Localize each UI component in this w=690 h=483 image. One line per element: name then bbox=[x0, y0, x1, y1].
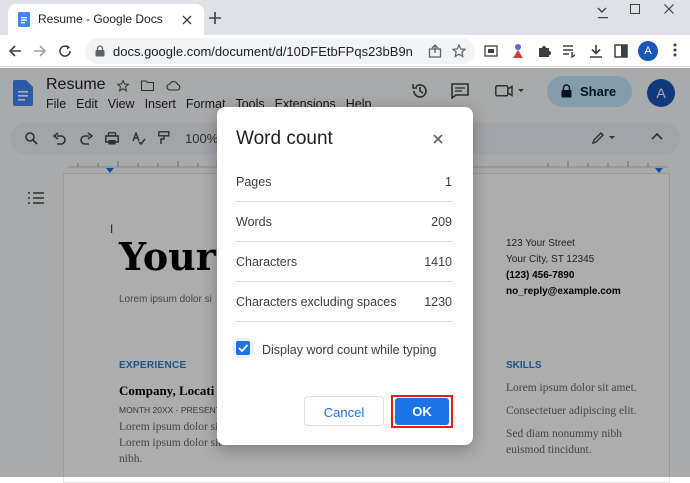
back-icon[interactable] bbox=[8, 44, 22, 58]
reload-icon[interactable] bbox=[58, 44, 72, 58]
word-count-dialog: Word count Pages 1 Words 209 Characters … bbox=[217, 107, 473, 445]
reading-list-icon[interactable] bbox=[562, 44, 576, 58]
cancel-label: Cancel bbox=[323, 405, 365, 420]
bookmark-star-icon[interactable] bbox=[452, 44, 466, 58]
browser-tab-strip: Resume - Google Docs bbox=[0, 0, 690, 35]
close-tab-icon[interactable] bbox=[182, 15, 192, 25]
cancel-button[interactable]: Cancel bbox=[304, 396, 384, 426]
new-tab-icon[interactable] bbox=[209, 12, 221, 24]
stat-value: 1 bbox=[445, 175, 452, 189]
minimize-icon[interactable] bbox=[598, 17, 610, 19]
forward-icon[interactable] bbox=[33, 44, 47, 58]
checkmark-icon bbox=[238, 344, 249, 353]
ok-label: OK bbox=[412, 404, 432, 419]
word-count-checkbox[interactable] bbox=[232, 337, 254, 359]
stat-label: Characters bbox=[236, 255, 298, 269]
stat-row-words: Words 209 bbox=[236, 202, 452, 242]
url-text: docs.google.com/document/d/10DFEtbFPqs23… bbox=[113, 44, 413, 59]
tab-title: Resume - Google Docs bbox=[38, 12, 163, 26]
puzzle-icon[interactable] bbox=[537, 44, 551, 58]
stat-value: 1410 bbox=[424, 255, 452, 269]
side-panel-icon[interactable] bbox=[614, 44, 628, 58]
stat-label: Characters excluding spaces bbox=[236, 295, 397, 309]
stat-value: 1230 bbox=[424, 295, 452, 309]
checkbox-box bbox=[236, 341, 250, 355]
stat-label: Pages bbox=[236, 175, 272, 189]
docs-favicon-icon bbox=[18, 12, 30, 27]
download-icon[interactable] bbox=[589, 44, 603, 58]
stat-row-characters-no-spaces: Characters excluding spaces 1230 bbox=[236, 282, 452, 322]
stat-row-pages: Pages 1 bbox=[236, 162, 452, 202]
dialog-title: Word count bbox=[236, 128, 333, 149]
maximize-icon[interactable] bbox=[630, 4, 640, 14]
address-bar[interactable]: docs.google.com/document/d/10DFEtbFPqs23… bbox=[85, 38, 475, 64]
share-page-icon[interactable] bbox=[428, 44, 442, 58]
stat-label: Words bbox=[236, 215, 272, 229]
stat-value: 209 bbox=[431, 215, 452, 229]
extension-icon[interactable] bbox=[484, 44, 498, 58]
profile-avatar[interactable]: A bbox=[638, 41, 658, 61]
tab-search-icon[interactable] bbox=[597, 5, 607, 15]
close-window-icon[interactable] bbox=[664, 4, 674, 14]
lock-icon[interactable] bbox=[95, 45, 105, 57]
checkbox-label[interactable]: Display word count while typing bbox=[262, 343, 436, 357]
ok-button[interactable]: OK bbox=[395, 398, 449, 425]
more-menu-icon[interactable] bbox=[673, 43, 677, 57]
browser-toolbar: docs.google.com/document/d/10DFEtbFPqs23… bbox=[0, 35, 690, 67]
close-icon[interactable] bbox=[428, 129, 448, 149]
stat-row-characters: Characters 1410 bbox=[236, 242, 452, 282]
browser-tab[interactable]: Resume - Google Docs bbox=[8, 4, 204, 35]
extension-figure-icon[interactable] bbox=[511, 43, 525, 59]
